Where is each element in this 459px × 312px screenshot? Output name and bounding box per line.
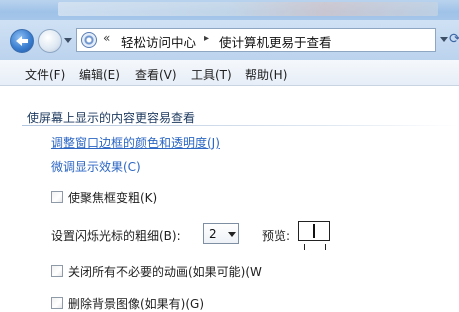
- thicken-focus-label[interactable]: 使聚焦框变粗(K): [68, 189, 157, 206]
- address-bar[interactable]: « 轻松访问中心 ▸ 使计算机更易于查看: [76, 28, 436, 52]
- address-dropdown-icon[interactable]: [440, 37, 448, 42]
- menu-edit[interactable]: 编辑(E): [79, 66, 120, 83]
- navigation-bar: « 轻松访问中心 ▸ 使计算机更易于查看 ⟳: [0, 20, 459, 60]
- section-divider: [22, 125, 459, 126]
- recent-pages-dropdown-icon[interactable]: [64, 38, 72, 43]
- preview-label: 预览:: [262, 229, 291, 243]
- remove-background-checkbox[interactable]: [51, 297, 63, 309]
- remove-background-label[interactable]: 删除背景图像(如果有)(G): [68, 295, 204, 312]
- breadcrumb-separator-icon[interactable]: ▸: [204, 33, 209, 44]
- refresh-icon[interactable]: ⟳: [449, 29, 459, 49]
- cursor-preview: [298, 221, 330, 241]
- thicken-focus-checkbox[interactable]: [51, 191, 63, 203]
- forward-button[interactable]: [38, 29, 62, 53]
- menu-file[interactable]: 文件(F): [25, 66, 65, 83]
- control-panel-icon: [81, 32, 97, 48]
- preview-tick: [325, 244, 326, 250]
- adjust-window-border-link[interactable]: 调整窗口边框的颜色和透明度(J): [51, 134, 220, 151]
- disable-animations-checkbox[interactable]: [51, 265, 63, 277]
- breadcrumb-make-easier-to-see[interactable]: 使计算机更易于查看: [219, 32, 332, 51]
- settings-content: 使屏幕上显示的内容更容易查看 调整窗口边框的颜色和透明度(J) 微调显示效果(C…: [0, 86, 459, 311]
- fine-tune-display-link[interactable]: 微调显示效果(C): [51, 158, 141, 175]
- cursor-thickness-select[interactable]: 2: [203, 223, 239, 244]
- preview-tick: [304, 244, 305, 250]
- breadcrumb-ease-of-access[interactable]: 轻松访问中心: [121, 32, 196, 51]
- menu-bar: 文件(F) 编辑(E) 查看(V) 工具(T) 帮助(H): [0, 60, 459, 86]
- menu-help[interactable]: 帮助(H): [245, 66, 287, 83]
- menu-view[interactable]: 查看(V): [135, 66, 177, 83]
- back-arrow-icon: [16, 36, 28, 46]
- disable-animations-label[interactable]: 关闭所有不必要的动画(如果可能)(W: [68, 263, 262, 280]
- cursor-thickness-label: 设置闪烁光标的粗细(B):: [51, 229, 181, 243]
- back-button[interactable]: [10, 29, 34, 53]
- section-heading: 使屏幕上显示的内容更容易查看: [27, 111, 196, 125]
- cursor-thickness-value: 2: [209, 227, 217, 241]
- window-title-bar: [0, 0, 459, 20]
- menu-tools[interactable]: 工具(T): [191, 66, 232, 83]
- cursor-preview-caret: [313, 224, 315, 238]
- chevron-down-icon: [228, 232, 236, 237]
- breadcrumb-overflow-icon[interactable]: «: [103, 31, 110, 45]
- title-bar-glass: [58, 2, 438, 16]
